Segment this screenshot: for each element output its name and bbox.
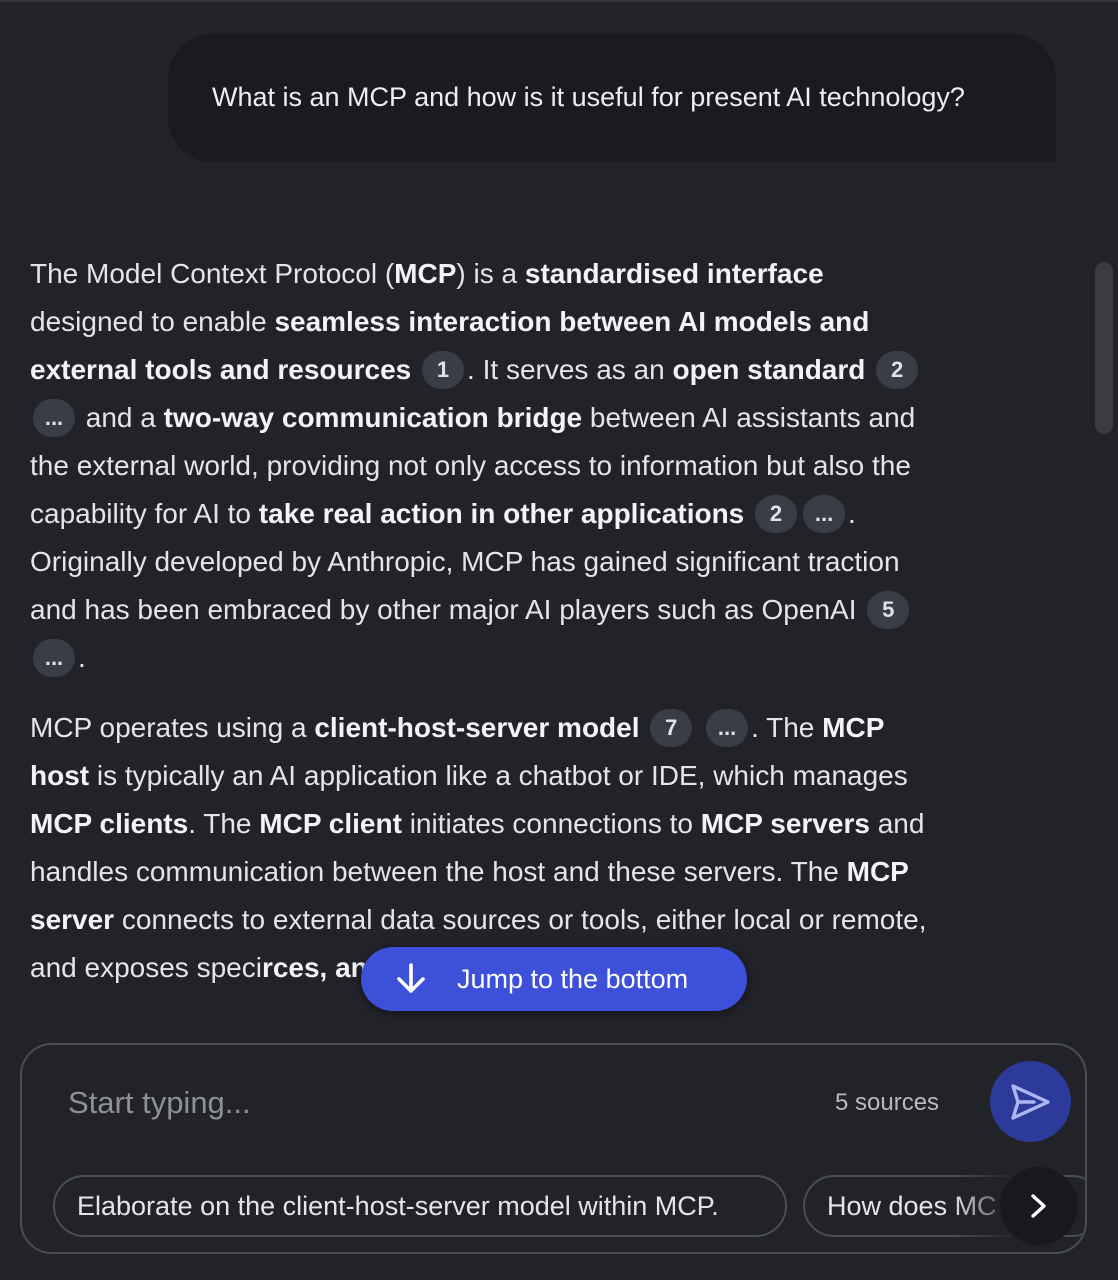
answer-bold-text: MCP clients bbox=[30, 808, 189, 839]
assistant-answer: The Model Context Protocol (MCP) is a st… bbox=[30, 250, 935, 1014]
chevron-right-icon bbox=[1031, 1194, 1046, 1218]
suggestion-chip[interactable]: Elaborate on the client-host-server mode… bbox=[53, 1175, 787, 1237]
answer-text: . It serves as an bbox=[467, 354, 673, 385]
citation-more-chip[interactable]: ... bbox=[33, 638, 75, 677]
answer-bold-text: MCP bbox=[394, 258, 457, 289]
answer-bold-text: standardised interface bbox=[524, 258, 824, 289]
citation-chip[interactable]: 7 bbox=[650, 708, 693, 747]
citation-more-chip[interactable]: ... bbox=[803, 494, 846, 533]
citation-more-chip[interactable]: ... bbox=[33, 398, 75, 437]
answer-text: and a bbox=[78, 402, 164, 433]
answer-text: ) is a bbox=[456, 258, 525, 289]
jump-to-bottom-button[interactable]: Jump to the bottom bbox=[361, 947, 747, 1011]
citation-chip[interactable]: 1 bbox=[422, 350, 465, 389]
citation-chip[interactable]: 5 bbox=[867, 590, 910, 629]
answer-text: is typically an AI application like a ch… bbox=[89, 760, 908, 791]
citation-chip[interactable]: 2 bbox=[755, 494, 798, 533]
answer-bold-text: open standard bbox=[672, 354, 866, 385]
sources-count: 5 sources bbox=[835, 1089, 940, 1116]
answer-paragraph-1: The Model Context Protocol (MCP) is a st… bbox=[30, 250, 935, 682]
message-input[interactable]: Start typing... bbox=[68, 1085, 251, 1121]
answer-text: initiates connections to bbox=[401, 808, 701, 839]
answer-bold-text: take real action in other applications bbox=[258, 498, 745, 529]
jump-to-bottom-label: Jump to the bottom bbox=[457, 964, 689, 994]
send-icon bbox=[1011, 1084, 1050, 1120]
citation-more-chip[interactable]: ... bbox=[706, 708, 749, 747]
answer-text: . The bbox=[188, 808, 260, 839]
answer-text: MCP operates using a bbox=[30, 712, 315, 743]
citation-chip[interactable]: 2 bbox=[876, 350, 919, 389]
next-suggestions-button[interactable] bbox=[1000, 1167, 1078, 1245]
answer-bold-text: MCP client bbox=[259, 808, 402, 839]
chat-composer: Start typing... 5 sources Elaborate on t… bbox=[20, 1043, 1087, 1254]
answer-bold-text: client-host-server model bbox=[314, 712, 640, 743]
scrollbar-thumb[interactable] bbox=[1095, 262, 1113, 434]
send-button[interactable] bbox=[990, 1061, 1071, 1142]
answer-bold-text: two-way communication bridge bbox=[163, 402, 583, 433]
user-message-bubble: What is an MCP and how is it useful for … bbox=[168, 34, 1056, 162]
user-question: What is an MCP and how is it useful for … bbox=[212, 82, 965, 112]
answer-bold-text: MCP servers bbox=[700, 808, 870, 839]
window-top-border bbox=[0, 0, 1118, 2]
arrow-down-icon bbox=[397, 963, 425, 993]
answer-text: The Model Context Protocol ( bbox=[30, 258, 395, 289]
answer-text: . bbox=[78, 642, 86, 673]
answer-text: designed to enable bbox=[30, 306, 275, 337]
answer-text: . The bbox=[751, 712, 823, 743]
